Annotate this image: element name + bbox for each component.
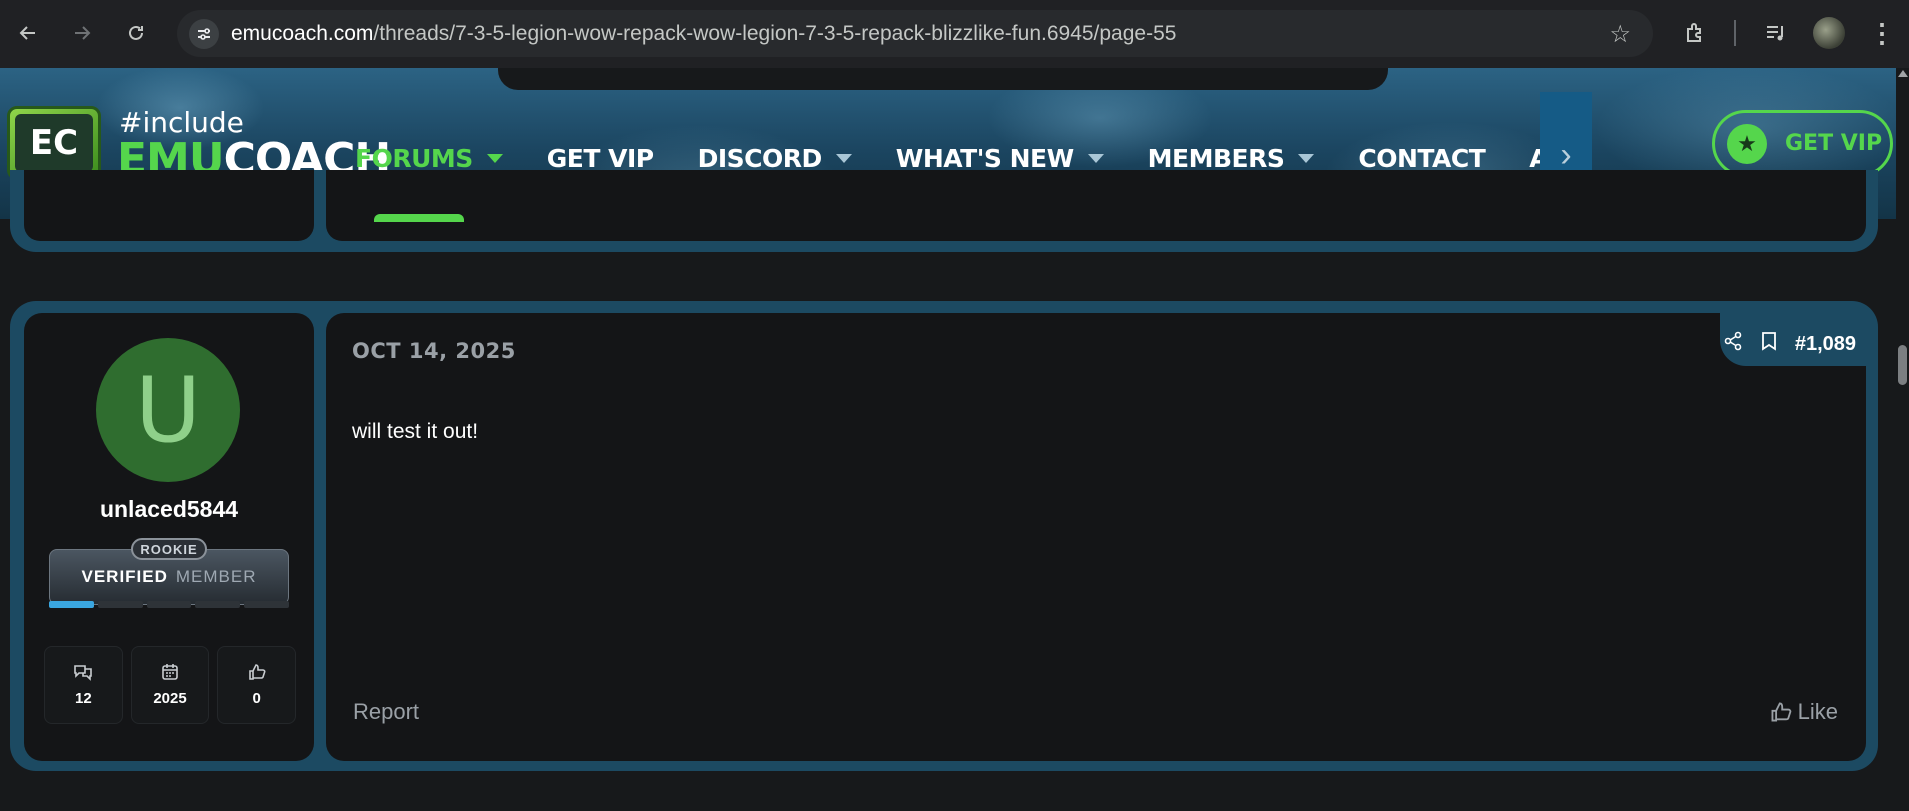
nav-item-forums[interactable]: FORUMS bbox=[355, 144, 503, 173]
browser-menu-icon[interactable]: ⋮ bbox=[1868, 17, 1896, 49]
rank-tag: ROOKIE bbox=[131, 538, 207, 560]
stat-reactions-value: 0 bbox=[252, 690, 261, 707]
toolbar-divider bbox=[1734, 20, 1736, 46]
media-control-button[interactable] bbox=[1760, 17, 1792, 49]
browser-toolbar: emucoach.com/threads/7-3-5-legion-wow-re… bbox=[0, 0, 1909, 68]
nav-item-get-vip[interactable]: GET VIP bbox=[547, 144, 654, 173]
star-icon: ★ bbox=[1727, 123, 1767, 164]
page-scrollbar[interactable] bbox=[1896, 68, 1909, 811]
nav-item-label: GET VIP bbox=[546, 143, 654, 173]
playlist-icon bbox=[1767, 26, 1783, 41]
post-actions: #1,089 bbox=[1723, 331, 1856, 357]
bookmark-star-icon[interactable]: ☆ bbox=[1609, 20, 1631, 49]
url-text: emucoach.com/threads/7-3-5-legion-wow-re… bbox=[231, 22, 1176, 46]
chevron-down-icon bbox=[1298, 153, 1315, 163]
bookmark-icon[interactable] bbox=[1761, 331, 1777, 357]
profile-avatar[interactable] bbox=[1813, 17, 1845, 49]
previous-post bbox=[10, 170, 1878, 252]
extensions-button[interactable] bbox=[1680, 17, 1712, 49]
header-notch bbox=[498, 68, 1388, 90]
rank-progress-bar bbox=[49, 601, 289, 608]
user-rank-badge: ROOKIE VERIFIED MEMBER bbox=[49, 538, 289, 612]
report-link[interactable]: Report bbox=[353, 699, 419, 725]
nav-item-members[interactable]: MEMBERS bbox=[1148, 144, 1315, 173]
get-vip-button[interactable]: ★ GET VIP bbox=[1712, 110, 1893, 177]
like-label: Like bbox=[1797, 699, 1838, 724]
puzzle-icon bbox=[1687, 23, 1701, 42]
user-stats: 12 2025 0 bbox=[44, 646, 297, 724]
like-button[interactable]: Like bbox=[1770, 699, 1838, 725]
messages-icon bbox=[73, 663, 93, 684]
chevron-down-icon bbox=[486, 153, 503, 163]
scroll-up-icon[interactable] bbox=[1898, 70, 1908, 77]
previous-post-main-cell bbox=[326, 170, 1866, 241]
stat-reactions: 0 bbox=[217, 646, 297, 724]
post-body: will test it out! bbox=[352, 420, 479, 443]
rank-title-light: MEMBER bbox=[175, 567, 257, 586]
thumbs-up-icon bbox=[248, 663, 266, 684]
nav-item-what-s-new[interactable]: WHAT'S NEW bbox=[896, 144, 1104, 173]
nav-item-label: FORUMS bbox=[355, 143, 473, 173]
post-main-cell: OCT 14, 2025 #1,089 will test it out! Re… bbox=[326, 301, 1868, 761]
nav-item-label: MEMBERS bbox=[1147, 143, 1285, 173]
chevron-down-icon bbox=[1087, 153, 1104, 163]
nav-item-label: CONTACT bbox=[1358, 143, 1486, 173]
nav-item-label: WHAT'S NEW bbox=[895, 143, 1074, 173]
post-user-cell: U unlaced5844 ROOKIE VERIFIED MEMBER 12 bbox=[24, 313, 314, 761]
forward-button[interactable] bbox=[66, 17, 98, 49]
url-host: emucoach.com bbox=[231, 22, 374, 45]
share-icon[interactable] bbox=[1723, 331, 1743, 357]
back-arrow-icon bbox=[19, 26, 35, 40]
nav-item-contact[interactable]: CONTACT bbox=[1358, 144, 1485, 173]
reload-button[interactable] bbox=[120, 17, 152, 49]
url-path: /threads/7-3-5-legion-wow-repack-wow-leg… bbox=[373, 22, 1177, 45]
avatar[interactable]: U bbox=[96, 338, 240, 482]
post-number-link[interactable]: #1,089 bbox=[1795, 333, 1856, 356]
forward-arrow-icon bbox=[75, 26, 91, 40]
previous-post-tab bbox=[374, 214, 464, 222]
reload-icon bbox=[129, 25, 143, 40]
get-vip-label: GET VIP bbox=[1785, 131, 1883, 156]
calendar-icon bbox=[161, 663, 179, 684]
stat-messages-value: 12 bbox=[74, 690, 92, 707]
address-bar[interactable]: emucoach.com/threads/7-3-5-legion-wow-re… bbox=[177, 10, 1653, 57]
site-settings-icon[interactable] bbox=[189, 19, 219, 49]
stat-messages: 12 bbox=[44, 646, 123, 724]
nav-item-label: DISCORD bbox=[697, 143, 823, 173]
nav-item-label: ACCOUNT T bbox=[1529, 143, 1540, 173]
site-logo[interactable]: EC bbox=[7, 106, 101, 180]
logo-letters: EC bbox=[15, 114, 93, 172]
chevron-down-icon bbox=[835, 153, 852, 163]
scrollbar-thumb[interactable] bbox=[1898, 345, 1907, 385]
nav-item-account-t[interactable]: ACCOUNT T bbox=[1529, 144, 1540, 173]
back-button[interactable] bbox=[12, 17, 44, 49]
username[interactable]: unlaced5844 bbox=[24, 496, 314, 523]
forum-post: U unlaced5844 ROOKIE VERIFIED MEMBER 12 bbox=[10, 301, 1878, 771]
stat-joined-value: 2025 bbox=[153, 690, 187, 707]
rank-title-strong: VERIFIED bbox=[81, 567, 168, 586]
like-thumbs-up-icon bbox=[1771, 702, 1791, 722]
stat-joined: 2025 bbox=[130, 646, 210, 724]
post-date[interactable]: OCT 14, 2025 bbox=[352, 339, 516, 363]
previous-post-user-cell bbox=[24, 170, 314, 241]
nav-item-discord[interactable]: DISCORD bbox=[698, 144, 852, 173]
